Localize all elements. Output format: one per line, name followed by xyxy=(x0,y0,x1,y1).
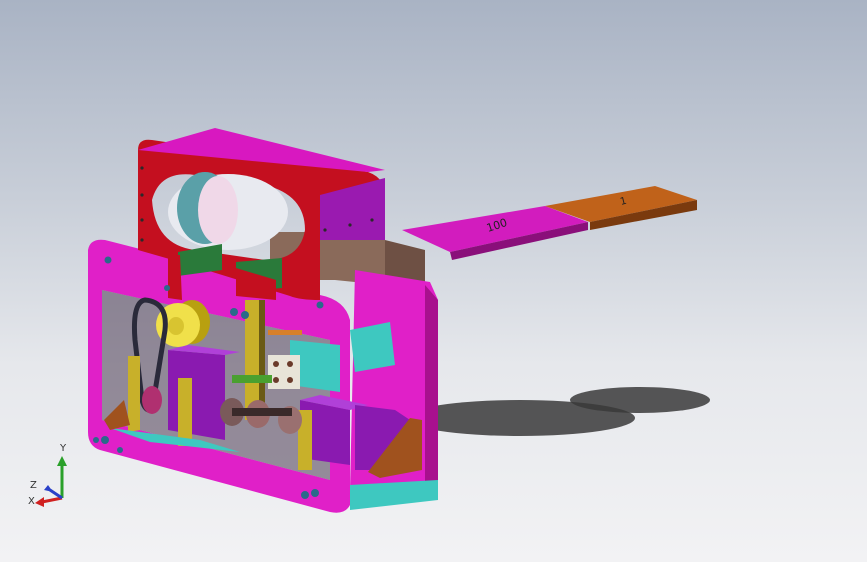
cyan-base-right[interactable] xyxy=(350,480,438,510)
bolt xyxy=(273,377,279,383)
shadow xyxy=(570,387,710,413)
x-axis-arrow xyxy=(35,497,44,507)
center-block[interactable] xyxy=(268,355,300,389)
green-bar[interactable] xyxy=(232,375,272,383)
bolt xyxy=(273,361,279,367)
spool-hub xyxy=(168,317,184,335)
ring-bore-highlight xyxy=(198,176,238,244)
cad-viewport[interactable]: 100 1 Y X Z xyxy=(0,0,867,562)
bolt xyxy=(287,377,293,383)
axis-triad[interactable]: Y X Z xyxy=(22,442,72,512)
assembly-model[interactable]: 100 1 xyxy=(0,0,867,562)
cyan-motor[interactable] xyxy=(350,322,395,372)
x-axis-line xyxy=(41,496,63,504)
roller-shaft xyxy=(232,408,292,416)
z-axis-arrow xyxy=(44,485,53,492)
y-axis-arrow xyxy=(57,456,67,466)
y-axis-label: Y xyxy=(59,443,67,454)
z-axis-label: Z xyxy=(30,480,37,491)
bolt xyxy=(287,361,293,367)
orange-rod[interactable] xyxy=(268,330,302,335)
red-bracket-left[interactable] xyxy=(168,255,182,300)
yellow-bracket-left[interactable] xyxy=(128,356,140,432)
yellow-bracket-mid[interactable] xyxy=(178,378,192,446)
motor-left[interactable] xyxy=(168,350,225,440)
right-frame-edge xyxy=(425,285,438,490)
pulley[interactable] xyxy=(142,386,162,414)
x-axis-label: X xyxy=(28,496,35,507)
